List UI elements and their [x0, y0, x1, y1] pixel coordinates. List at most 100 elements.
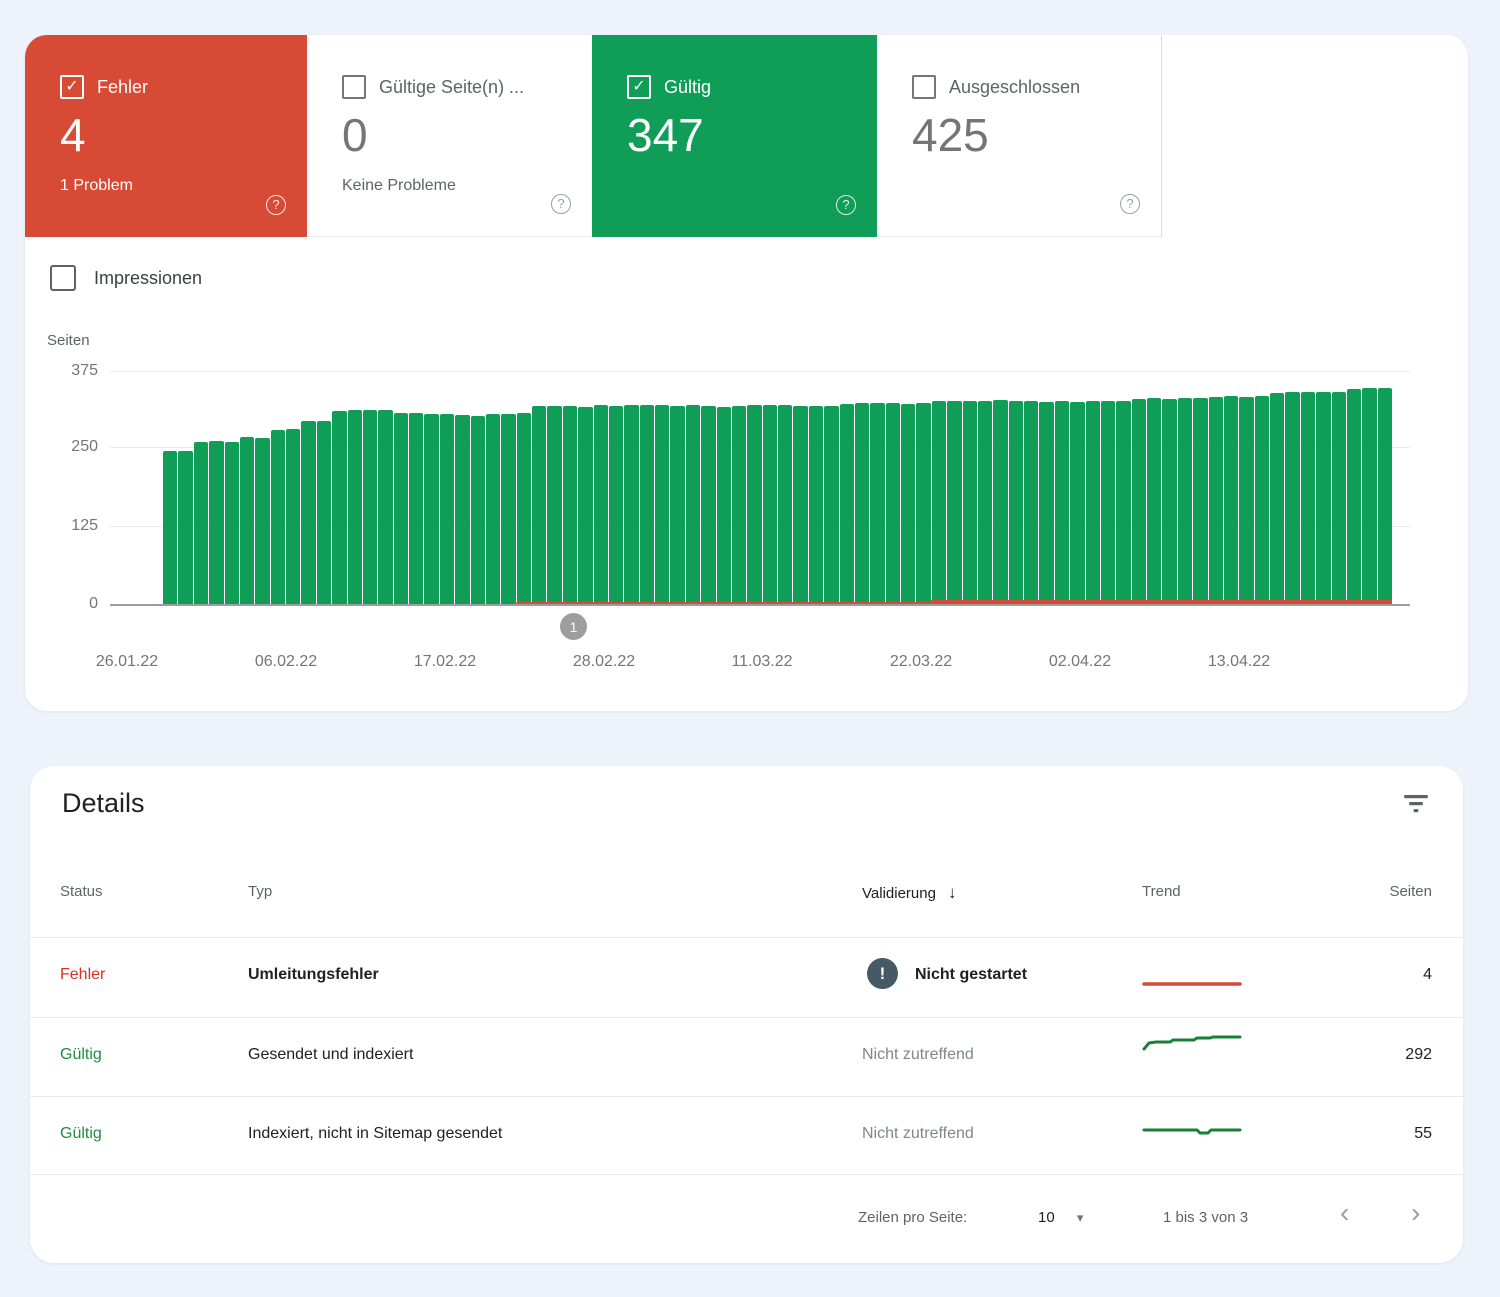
table-row[interactable]: Fehler Umleitungsfehler ! Nicht gestarte… [30, 937, 1463, 1017]
next-page-button[interactable]: › [1411, 1199, 1420, 1227]
checkbox-unchecked-icon[interactable] [912, 75, 936, 99]
chart-bar[interactable] [701, 371, 715, 604]
previous-page-button[interactable]: ‹ [1340, 1199, 1349, 1227]
column-header-validierung[interactable]: Validierung ↓ [862, 883, 956, 903]
chart-bar[interactable] [317, 371, 331, 604]
chart-bar[interactable] [1362, 371, 1376, 604]
chart-bar[interactable] [363, 371, 377, 604]
chart-bar[interactable] [763, 371, 777, 604]
chart-bar[interactable] [901, 371, 915, 604]
chart-bar[interactable] [163, 371, 177, 604]
chart-bar[interactable] [301, 371, 315, 604]
chart-bar[interactable] [1147, 371, 1161, 604]
chart-bar[interactable] [793, 371, 807, 604]
chart-bar[interactable] [993, 371, 1007, 604]
chart-bar[interactable] [1347, 371, 1361, 604]
chart-bar[interactable] [1178, 371, 1192, 604]
checkbox-checked-icon[interactable]: ✓ [627, 75, 651, 99]
status-card-gueltige-seiten[interactable]: Gültige Seite(n) ... 0 Keine Probleme ? [307, 35, 592, 237]
chart-bar[interactable] [332, 371, 346, 604]
chart-bar[interactable] [686, 371, 700, 604]
chart-bar[interactable] [916, 371, 930, 604]
checkbox-unchecked-icon[interactable] [50, 265, 76, 291]
chart-bar[interactable] [932, 371, 946, 604]
table-row[interactable]: Gültig Gesendet und indexiert Nicht zutr… [30, 1017, 1463, 1096]
chart-bar[interactable] [1332, 371, 1346, 604]
impressions-toggle[interactable]: Impressionen [50, 265, 202, 291]
chart-bar[interactable] [1316, 371, 1330, 604]
chart-bar[interactable] [1255, 371, 1269, 604]
chart-bar[interactable] [624, 371, 638, 604]
chart-bar[interactable] [409, 371, 423, 604]
chart-bar[interactable] [394, 371, 408, 604]
chart-bar[interactable] [824, 371, 838, 604]
rows-per-page-select[interactable]: 10 ▾ [1038, 1209, 1083, 1226]
filter-icon[interactable] [1402, 792, 1430, 816]
help-icon[interactable]: ? [836, 195, 856, 215]
chart-bar[interactable] [194, 371, 208, 604]
chart-bar[interactable] [1039, 371, 1053, 604]
status-card-ausgeschlossen[interactable]: Ausgeschlossen 425 ? [877, 35, 1162, 237]
checkbox-unchecked-icon[interactable] [342, 75, 366, 99]
chart-bar[interactable] [563, 371, 577, 604]
checkbox-checked-icon[interactable]: ✓ [60, 75, 84, 99]
chart-bar[interactable] [286, 371, 300, 604]
chart-bar[interactable] [532, 371, 546, 604]
chart-bar[interactable] [1239, 371, 1253, 604]
chart-bar[interactable] [1270, 371, 1284, 604]
chart-bar[interactable] [348, 371, 362, 604]
chart-bar[interactable] [1301, 371, 1315, 604]
help-icon[interactable]: ? [551, 194, 571, 214]
chart-bar[interactable] [255, 371, 269, 604]
chart-bar[interactable] [1285, 371, 1299, 604]
chart-bar[interactable] [378, 371, 392, 604]
chart-bar[interactable] [640, 371, 654, 604]
chart-bar[interactable] [1162, 371, 1176, 604]
chart-bar[interactable] [424, 371, 438, 604]
chart-bar[interactable] [670, 371, 684, 604]
chart-bar[interactable] [947, 371, 961, 604]
chart-bar[interactable] [870, 371, 884, 604]
chart-bar[interactable] [886, 371, 900, 604]
chart-bar[interactable] [747, 371, 761, 604]
chart-bar[interactable] [209, 371, 223, 604]
chart-bar[interactable] [978, 371, 992, 604]
chart-bar[interactable] [1055, 371, 1069, 604]
chart-bar[interactable] [840, 371, 854, 604]
chart-bar[interactable] [1024, 371, 1038, 604]
chart-bar[interactable] [1378, 371, 1392, 604]
chart-bar[interactable] [855, 371, 869, 604]
chart-bar[interactable] [655, 371, 669, 604]
chart-bar[interactable] [778, 371, 792, 604]
help-icon[interactable]: ? [266, 195, 286, 215]
chart-bar[interactable] [1101, 371, 1115, 604]
chart-bar[interactable] [1193, 371, 1207, 604]
chart-bar[interactable] [240, 371, 254, 604]
chart-bar[interactable] [594, 371, 608, 604]
table-row[interactable]: Gültig Indexiert, nicht in Sitemap gesen… [30, 1096, 1463, 1174]
chart-bar[interactable] [517, 371, 531, 604]
chart-bar[interactable] [547, 371, 561, 604]
chart-bar[interactable] [440, 371, 454, 604]
chart-bar[interactable] [225, 371, 239, 604]
chart-bar[interactable] [178, 371, 192, 604]
chart-bar[interactable] [1086, 371, 1100, 604]
chart-bar[interactable] [717, 371, 731, 604]
chart-bar[interactable] [471, 371, 485, 604]
chart-bar[interactable] [501, 371, 515, 604]
chart-bar[interactable] [1070, 371, 1084, 604]
chart-bar[interactable] [486, 371, 500, 604]
status-card-fehler[interactable]: ✓ Fehler 4 1 Problem ? [25, 35, 307, 237]
chart-bar[interactable] [963, 371, 977, 604]
chart-bar[interactable] [1132, 371, 1146, 604]
chart-bar[interactable] [1116, 371, 1130, 604]
status-card-gueltig[interactable]: ✓ Gültig 347 ? [592, 35, 877, 237]
chart-bar[interactable] [732, 371, 746, 604]
help-icon[interactable]: ? [1120, 194, 1140, 214]
chart-bar[interactable] [1209, 371, 1223, 604]
chart-bar[interactable] [455, 371, 469, 604]
chart-bar[interactable] [809, 371, 823, 604]
chart-bar[interactable] [1224, 371, 1238, 604]
chart-bar[interactable] [271, 371, 285, 604]
chart-bar[interactable] [578, 371, 592, 604]
